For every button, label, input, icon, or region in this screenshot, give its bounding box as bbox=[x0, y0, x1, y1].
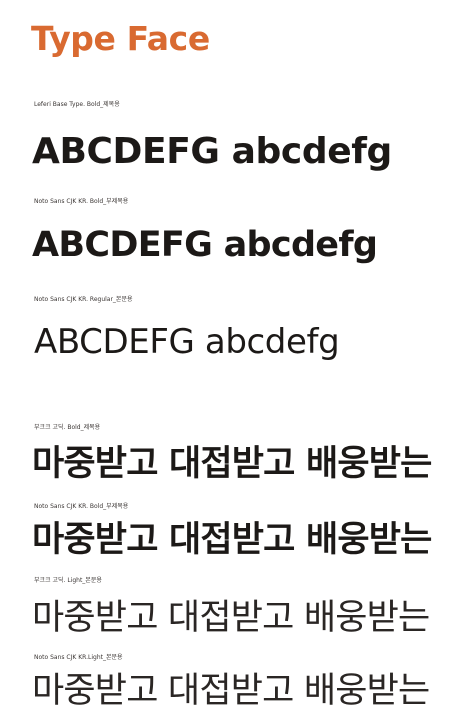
specimen-caption-leferi-bold: Leferi Base Type. Bold_제목용 bbox=[34, 101, 120, 108]
specimen-sample-leferi-bold: ABCDEFG abcdefg bbox=[32, 131, 392, 172]
specimen-sample-noto-kr-light: 마중받고 대접받고 배웅받는 bbox=[32, 671, 430, 711]
specimen-caption-noto-kr-light: Noto Sans CJK KR.Light_본문용 bbox=[34, 654, 123, 661]
specimen-caption-noto-regular: Noto Sans CJK KR. Regular_본문용 bbox=[34, 296, 133, 303]
specimen-sample-bookk-light: 마중받고 대접받고 배웅받는 bbox=[32, 598, 430, 638]
specimen-caption-noto-bold: Noto Sans CJK KR. Bold_부제목용 bbox=[34, 198, 129, 205]
specimen-sample-noto-regular: ABCDEFG abcdefg bbox=[34, 322, 340, 362]
specimen-sample-noto-bold: ABCDEFG abcdefg bbox=[32, 225, 378, 265]
specimen-sample-noto-kr-bold: 마중받고 대접받고 배웅받는 bbox=[32, 520, 432, 560]
specimen-caption-noto-kr-bold: Noto Sans CJK KR. Bold_부제목용 bbox=[34, 503, 129, 510]
page-title: Type Face bbox=[31, 19, 210, 58]
specimen-caption-bookk-light: 부크크 고딕. Light_본문용 bbox=[34, 577, 102, 584]
specimen-sample-bookk-bold: 마중받고 대접받고 배웅받는 bbox=[32, 444, 432, 484]
specimen-caption-bookk-bold: 부크크 고딕. Bold_제목용 bbox=[34, 424, 101, 431]
